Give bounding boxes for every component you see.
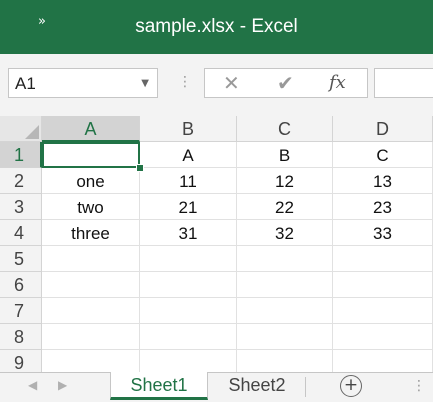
row-header-5[interactable]: 5	[0, 246, 42, 272]
column-header-d[interactable]: D	[333, 116, 433, 142]
cell-b2[interactable]: 11	[140, 168, 237, 194]
cell-c1[interactable]: B	[237, 142, 333, 168]
cell-d9[interactable]	[333, 350, 433, 372]
cell-a5[interactable]	[42, 246, 140, 272]
row-header-6[interactable]: 6	[0, 272, 42, 298]
cell-d1[interactable]: C	[333, 142, 433, 168]
cancel-icon[interactable]: ✕	[223, 71, 240, 95]
window-title: sample.xlsx - Excel	[135, 16, 298, 37]
sheet-tab-sheet2[interactable]: Sheet2	[212, 372, 302, 400]
cell-b1[interactable]: A	[140, 142, 237, 168]
scroll-right-icon[interactable]: ▶	[58, 378, 67, 392]
column-header-a[interactable]: A	[42, 116, 140, 142]
tab-divider	[305, 377, 306, 397]
cell-c7[interactable]	[237, 298, 333, 324]
cell-b5[interactable]	[140, 246, 237, 272]
cell-b9[interactable]	[140, 350, 237, 372]
tab-bar-grip-icon[interactable]: ⋮	[412, 378, 426, 394]
cell-a9[interactable]	[42, 350, 140, 372]
insert-function-icon[interactable]: fx	[329, 72, 346, 93]
cell-c6[interactable]	[237, 272, 333, 298]
cell-a7[interactable]	[42, 298, 140, 324]
cell-b3[interactable]: 21	[140, 194, 237, 220]
cell-c4[interactable]: 32	[237, 220, 333, 246]
formula-bar: A1 ▼ ⋮ ✕ ✔ fx	[0, 54, 433, 116]
cell-c8[interactable]	[237, 324, 333, 350]
formula-buttons: ✕ ✔ fx	[204, 68, 368, 98]
cell-d3[interactable]: 23	[333, 194, 433, 220]
fill-handle[interactable]	[136, 164, 144, 172]
cell-a8[interactable]	[42, 324, 140, 350]
row-header-4[interactable]: 4	[0, 220, 42, 246]
chevron-down-icon[interactable]: ▼	[141, 78, 149, 89]
cell-b8[interactable]	[140, 324, 237, 350]
cell-c2[interactable]: 12	[237, 168, 333, 194]
cell-a6[interactable]	[42, 272, 140, 298]
sheet-tab-bar: ◀ ▶ Sheet1 Sheet2 + ⋮	[0, 372, 433, 402]
formula-input[interactable]	[374, 68, 433, 98]
formula-bar-grip-icon[interactable]: ⋮	[178, 74, 192, 90]
row-header-8[interactable]: 8	[0, 324, 42, 350]
cell-c9[interactable]	[237, 350, 333, 372]
row-header-2[interactable]: 2	[0, 168, 42, 194]
cell-b7[interactable]	[140, 298, 237, 324]
spreadsheet-grid: A B C D 1 2 3 4 5 6 7 8 9 A B C one 11 1…	[0, 116, 433, 372]
cell-c5[interactable]	[237, 246, 333, 272]
cell-b6[interactable]	[140, 272, 237, 298]
active-cell-border	[42, 142, 140, 168]
cell-d4[interactable]: 33	[333, 220, 433, 246]
row-header-1[interactable]: 1	[0, 142, 42, 168]
select-all-button[interactable]	[0, 116, 42, 142]
sheet-tab-sheet1[interactable]: Sheet1	[110, 372, 208, 400]
cell-a2[interactable]: one	[42, 168, 140, 194]
cell-a3[interactable]: two	[42, 194, 140, 220]
cell-d8[interactable]	[333, 324, 433, 350]
cell-d7[interactable]	[333, 298, 433, 324]
name-box[interactable]: A1 ▼	[8, 68, 158, 98]
column-header-b[interactable]: B	[140, 116, 237, 142]
row-header-3[interactable]: 3	[0, 194, 42, 220]
cell-c3[interactable]: 22	[237, 194, 333, 220]
row-header-9[interactable]: 9	[0, 350, 42, 372]
cell-d6[interactable]	[333, 272, 433, 298]
enter-check-icon[interactable]: ✔	[277, 71, 294, 95]
name-box-value: A1	[15, 74, 36, 93]
cell-b4[interactable]: 31	[140, 220, 237, 246]
row-header-7[interactable]: 7	[0, 298, 42, 324]
add-sheet-icon[interactable]: +	[340, 375, 362, 397]
title-bar: » sample.xlsx - Excel	[0, 0, 433, 54]
cell-d2[interactable]: 13	[333, 168, 433, 194]
cell-d5[interactable]	[333, 246, 433, 272]
scroll-left-icon[interactable]: ◀	[28, 378, 37, 392]
cell-a4[interactable]: three	[42, 220, 140, 246]
column-header-c[interactable]: C	[237, 116, 333, 142]
